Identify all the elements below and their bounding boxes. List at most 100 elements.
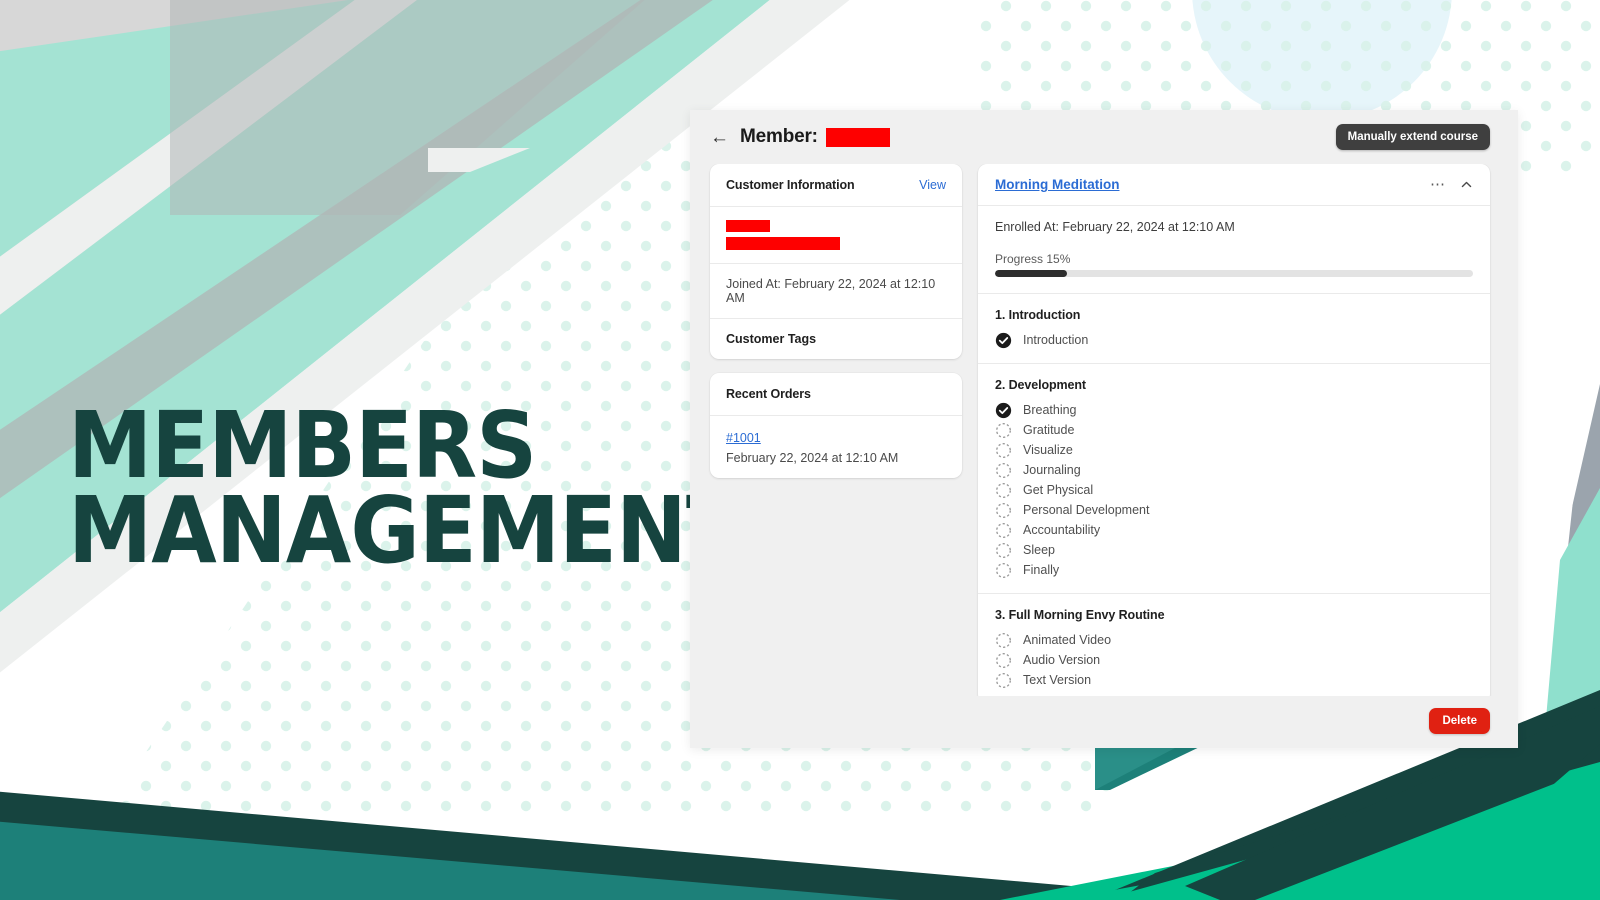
lesson-item[interactable]: Introduction (995, 330, 1473, 350)
lesson-item[interactable]: Finally (995, 560, 1473, 580)
lesson-complete-icon (995, 402, 1012, 419)
order-date: February 22, 2024 at 12:10 AM (726, 451, 899, 465)
lesson-complete-icon (995, 332, 1012, 348)
course-header-actions: ⋯ (1430, 177, 1473, 192)
lesson-complete-icon (995, 332, 1012, 349)
course-meta: Enrolled At: February 22, 2024 at 12:10 … (978, 206, 1490, 294)
lesson-item[interactable]: Animated Video (995, 630, 1473, 650)
lesson-item[interactable]: Get Physical (995, 480, 1473, 500)
chevron-up-icon[interactable] (1460, 178, 1473, 191)
lesson-name: Personal Development (1023, 503, 1150, 517)
right-column: Morning Meditation ⋯ Enrolled At: Februa… (978, 164, 1490, 696)
lesson-name: Accountability (1023, 523, 1101, 537)
member-label: Member: (740, 126, 818, 147)
lesson-incomplete-icon (996, 542, 1011, 558)
chapter-title: 2. Development (995, 378, 1086, 392)
lesson-incomplete-icon (995, 652, 1012, 669)
lesson-item[interactable]: Personal Development (995, 500, 1473, 520)
lesson-item[interactable]: Visualize (995, 440, 1473, 460)
member-name-redaction (825, 127, 890, 147)
modal-header: ← Member: Manually extend course (690, 110, 1518, 164)
manually-extend-course-button[interactable]: Manually extend course (1335, 124, 1490, 150)
lesson-incomplete-icon (996, 462, 1011, 478)
lesson-incomplete-icon (995, 462, 1012, 479)
lesson-incomplete-icon (996, 422, 1011, 438)
lesson-name: Introduction (1023, 333, 1089, 347)
customer-information-card: Customer Information View Joined At: Feb… (710, 164, 962, 359)
chapter: 1. Introduction Introduction (978, 294, 1490, 364)
lesson-incomplete-icon (995, 422, 1012, 439)
customer-information-header: Customer Information View (710, 164, 962, 207)
chapter-title: 3. Full Morning Envy Routine (995, 608, 1165, 622)
lesson-item[interactable]: Breathing (995, 400, 1473, 420)
lesson-incomplete-icon (995, 522, 1012, 539)
customer-identity-section (710, 207, 962, 264)
customer-information-title: Customer Information (726, 178, 855, 192)
lesson-item[interactable]: Audio Version (995, 650, 1473, 670)
lesson-name: Sleep (1023, 543, 1055, 557)
chapter-list: 1. Introduction Introduction 2. Developmen… (978, 294, 1490, 696)
customer-tags-title: Customer Tags (726, 332, 817, 346)
order-id-link[interactable]: #1001 (726, 431, 761, 445)
course-title-link[interactable]: Morning Meditation (995, 177, 1119, 192)
view-customer-link[interactable]: View (919, 178, 946, 192)
lesson-incomplete-icon (996, 562, 1011, 578)
progress-bar (995, 270, 1473, 277)
lesson-name: Gratitude (1023, 423, 1075, 437)
chapter-title: 1. Introduction (995, 308, 1081, 322)
enrolled-at-text: Enrolled At: February 22, 2024 at 12:10 … (995, 220, 1235, 234)
lesson-name: Animated Video (1023, 633, 1112, 647)
chapter: 2. Development Breathing Gratitude Visualiz… (978, 364, 1490, 594)
customer-joined-section: Joined At: February 22, 2024 at 12:10 AM (710, 264, 962, 319)
lesson-incomplete-icon (995, 632, 1012, 649)
progress-bar-fill (995, 270, 1067, 277)
lesson-incomplete-icon (996, 502, 1011, 518)
lesson-incomplete-icon (995, 562, 1012, 579)
joined-at-text: Joined At: February 22, 2024 at 12:10 AM (726, 277, 936, 305)
customer-tags-section: Customer Tags (710, 319, 962, 359)
lesson-item[interactable]: Gratitude (995, 420, 1473, 440)
left-column: Customer Information View Joined At: Feb… (710, 164, 962, 696)
lesson-incomplete-icon (996, 482, 1011, 498)
ellipsis-icon[interactable]: ⋯ (1430, 177, 1446, 192)
recent-orders-header: Recent Orders (710, 373, 962, 416)
lesson-incomplete-icon (995, 502, 1012, 519)
customer-email-redaction (726, 237, 840, 250)
lesson-incomplete-icon (995, 442, 1012, 459)
customer-name-redaction (726, 220, 770, 232)
lesson-incomplete-icon (995, 672, 1012, 689)
order-row: #1001 February 22, 2024 at 12:10 AM (726, 429, 946, 465)
progress-label: Progress 15% (995, 252, 1071, 266)
lesson-incomplete-icon (996, 522, 1011, 538)
lesson-incomplete-icon (996, 672, 1011, 688)
lesson-incomplete-icon (995, 482, 1012, 499)
lesson-name: Visualize (1023, 443, 1073, 457)
lesson-name: Audio Version (1023, 653, 1101, 667)
recent-orders-title: Recent Orders (726, 387, 811, 401)
screenshot-root: MEMBERS MANAGEMENT ← Member: Manually ex… (0, 0, 1600, 900)
modal-body: Customer Information View Joined At: Feb… (690, 164, 1518, 696)
lesson-item[interactable]: Accountability (995, 520, 1473, 540)
lesson-incomplete-icon (996, 652, 1011, 668)
lesson-name: Breathing (1023, 403, 1077, 417)
delete-button[interactable]: Delete (1429, 708, 1490, 734)
recent-orders-card: Recent Orders #1001 February 22, 2024 at… (710, 373, 962, 478)
lesson-name: Text Version (1023, 673, 1092, 687)
lesson-name: Get Physical (1023, 483, 1094, 497)
lesson-complete-icon (995, 402, 1012, 418)
lesson-item[interactable]: Text Version (995, 670, 1473, 690)
lesson-incomplete-icon (996, 632, 1011, 648)
lesson-name: Journaling (1023, 463, 1081, 477)
lesson-incomplete-icon (996, 442, 1011, 458)
course-card: Morning Meditation ⋯ Enrolled At: Februa… (978, 164, 1490, 696)
chapter: 3. Full Morning Envy Routine Animated Vid… (978, 594, 1490, 696)
arrow-left-icon[interactable]: ← (710, 128, 729, 147)
lesson-item[interactable]: Journaling (995, 460, 1473, 480)
lesson-name: Finally (1023, 563, 1060, 577)
recent-orders-list: #1001 February 22, 2024 at 12:10 AM (710, 416, 962, 478)
modal-footer: Delete (690, 696, 1518, 748)
member-detail-modal: ← Member: Manually extend course Custome… (690, 110, 1518, 748)
page-title: MEMBERS MANAGEMENT (68, 392, 744, 584)
course-card-header: Morning Meditation ⋯ (978, 164, 1490, 206)
lesson-item[interactable]: Sleep (995, 540, 1473, 560)
